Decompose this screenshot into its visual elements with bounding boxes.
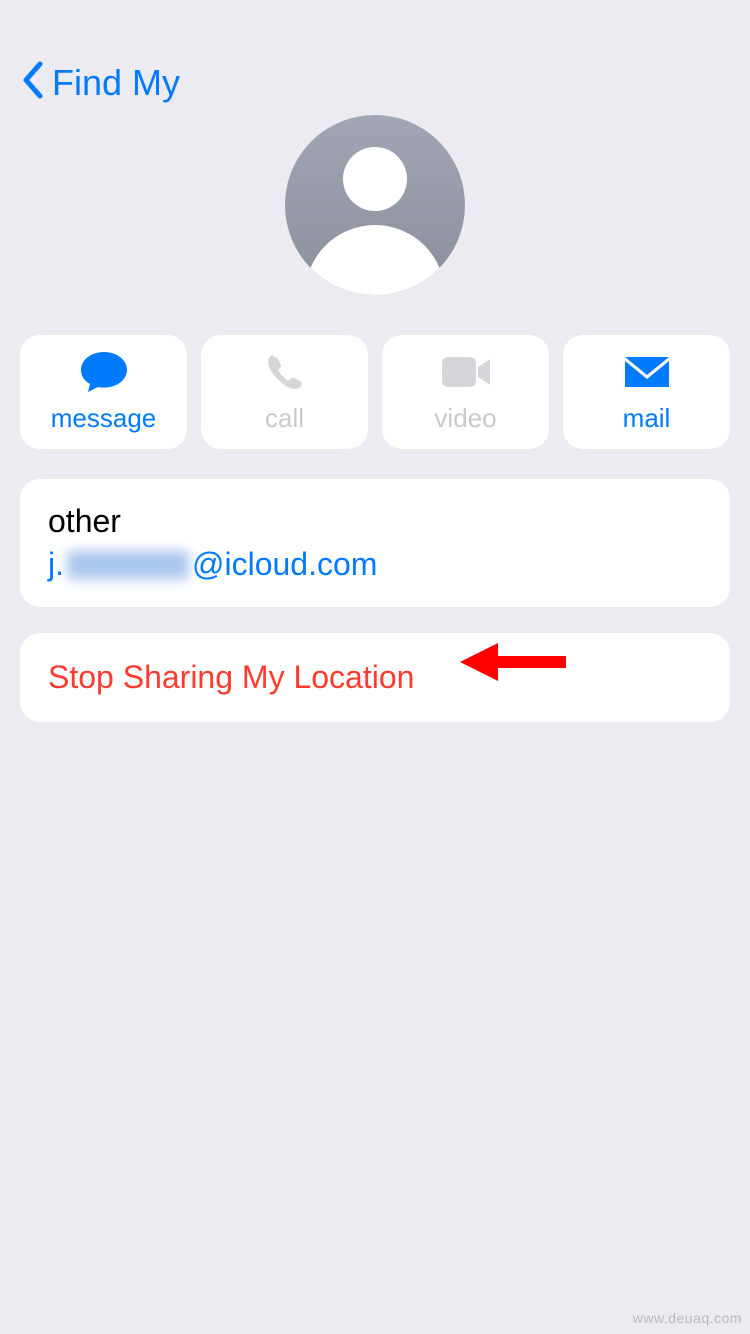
contact-type-label: other <box>48 503 702 540</box>
call-label: call <box>265 403 304 434</box>
stop-sharing-label: Stop Sharing My Location <box>48 659 702 696</box>
mail-button[interactable]: mail <box>563 335 730 449</box>
contact-email-card: other j. @icloud.com <box>20 479 730 607</box>
email-redacted <box>67 551 189 579</box>
email-suffix: @icloud.com <box>192 546 377 583</box>
mail-label: mail <box>623 403 671 434</box>
mail-icon <box>623 351 671 393</box>
back-button-label[interactable]: Find My <box>52 62 180 104</box>
message-label: message <box>51 403 157 434</box>
email-prefix: j. <box>48 546 64 583</box>
watermark: www.deuaq.com <box>633 1310 742 1326</box>
back-chevron-icon[interactable] <box>20 60 44 105</box>
call-button[interactable]: call <box>201 335 368 449</box>
phone-icon <box>265 351 305 393</box>
video-label: video <box>434 403 496 434</box>
video-button[interactable]: video <box>382 335 549 449</box>
action-row: message call video mail <box>0 335 750 449</box>
stop-sharing-card[interactable]: Stop Sharing My Location <box>20 633 730 722</box>
message-button[interactable]: message <box>20 335 187 449</box>
message-icon <box>79 351 129 393</box>
avatar-container <box>0 115 750 295</box>
nav-bar: Find My <box>0 0 750 125</box>
avatar[interactable] <box>285 115 465 295</box>
contact-email[interactable]: j. @icloud.com <box>48 546 702 583</box>
video-icon <box>440 351 492 393</box>
